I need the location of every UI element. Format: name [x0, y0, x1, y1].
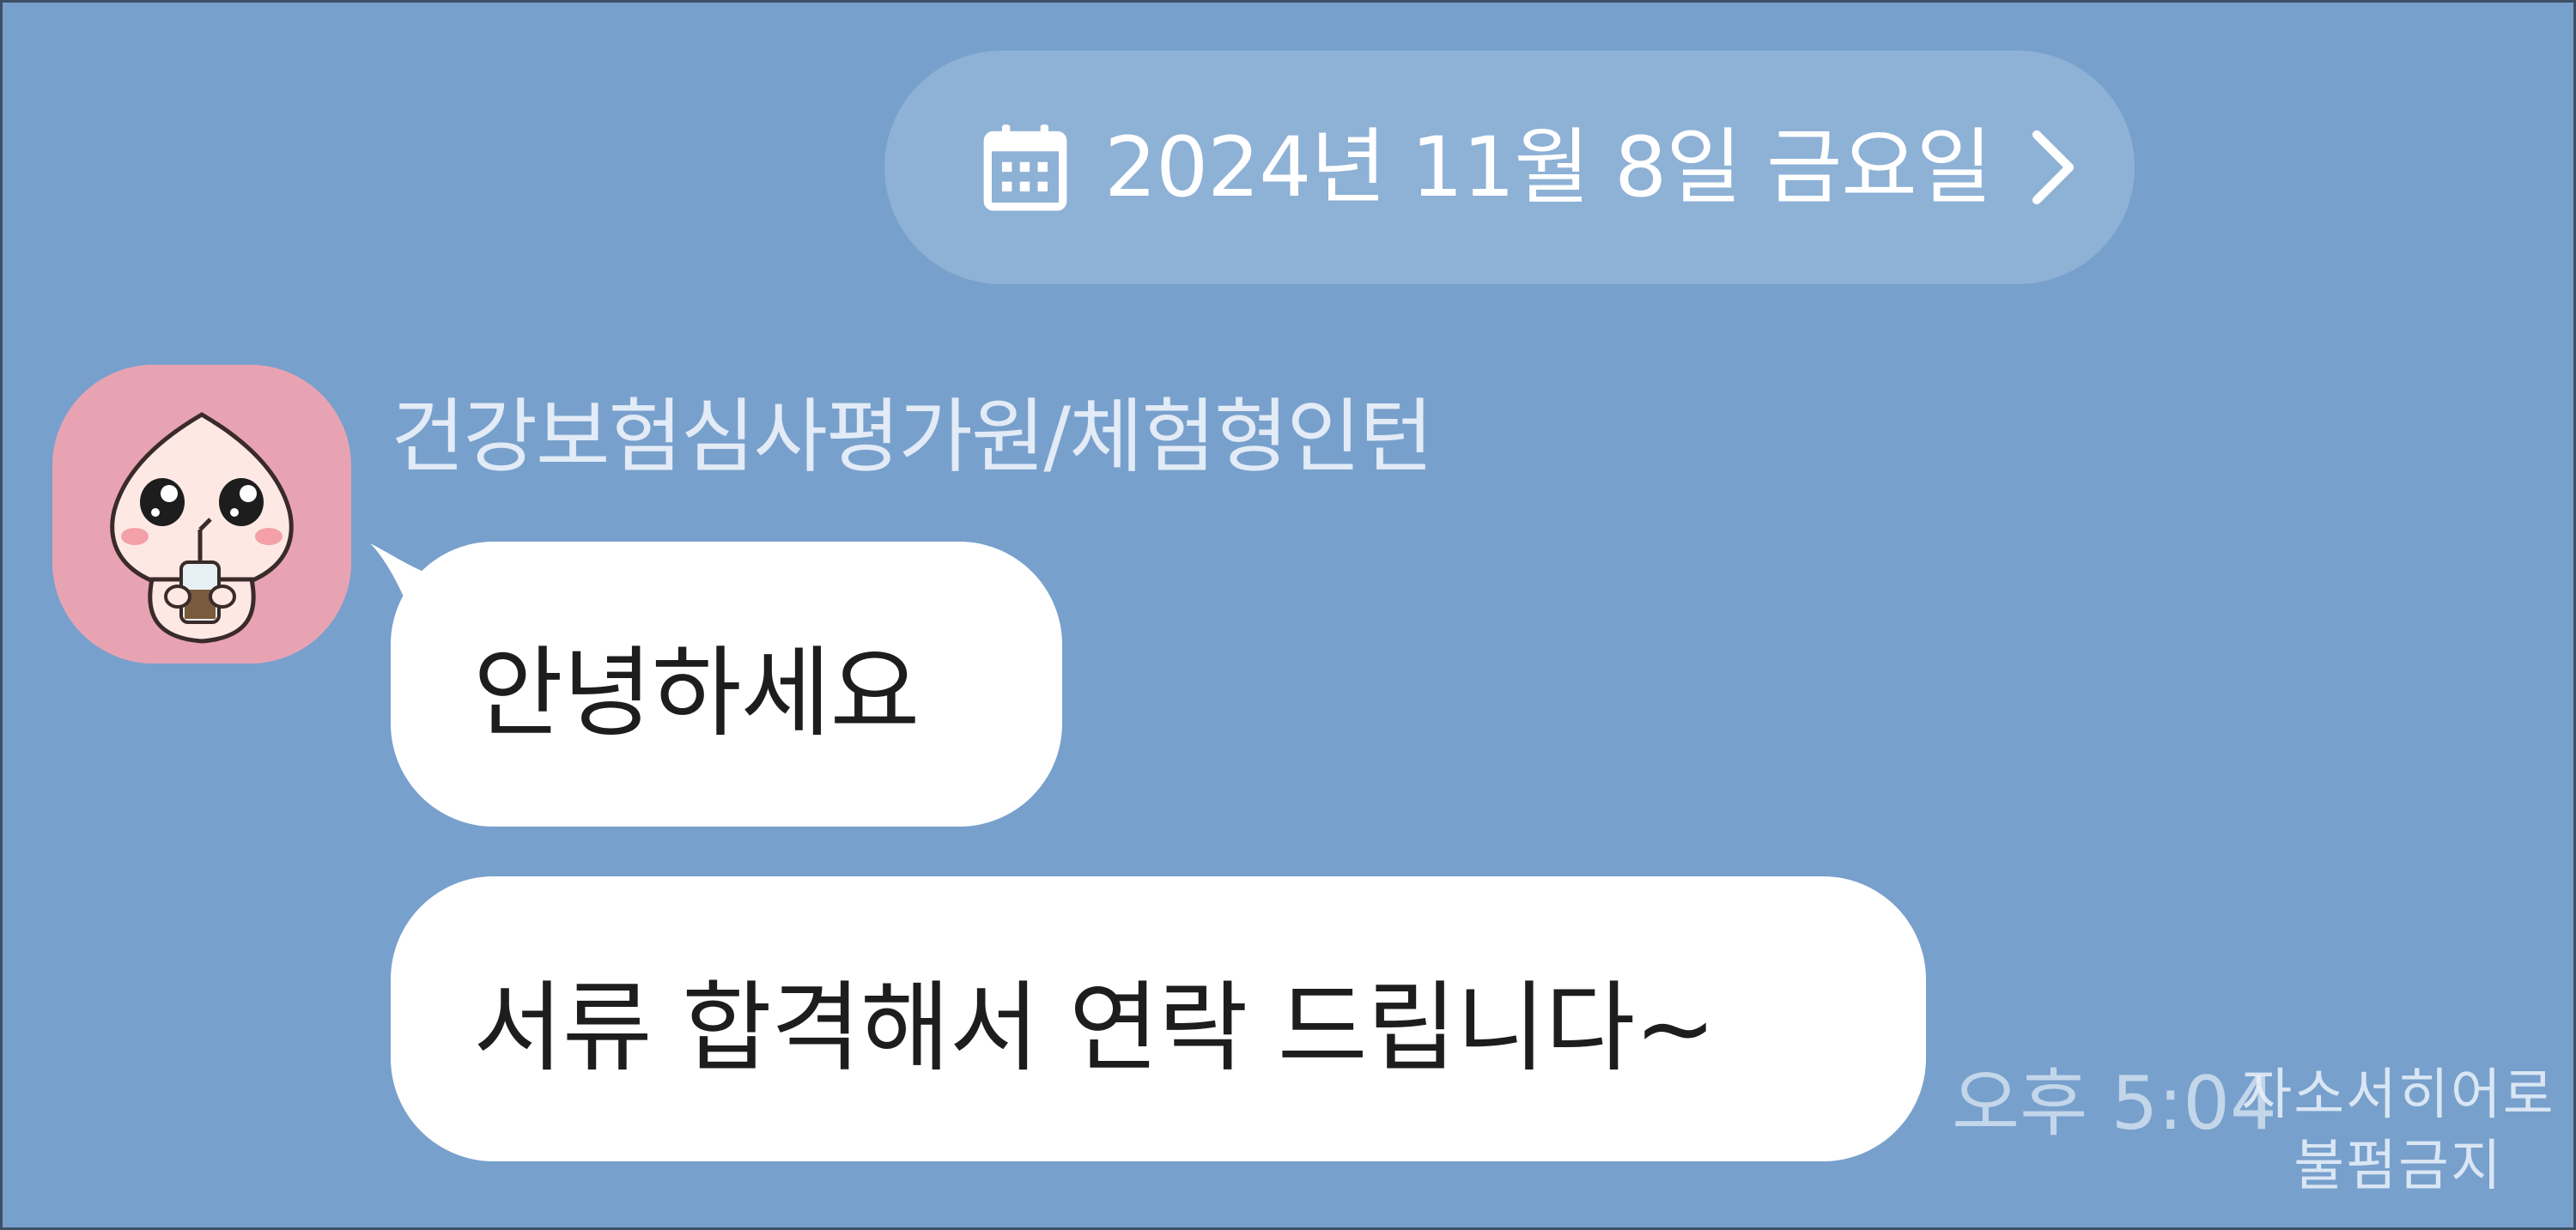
message-bubble[interactable]: 서류 합격해서 연락 드립니다~ — [391, 876, 1926, 1161]
sender-name: 건강보험심사평가원/체험형인턴 — [391, 391, 1433, 484]
chat-screen: 2024년 11월 8일 금요일 건강보험심사평가원/체험형인턴 안녕하세요 서… — [0, 0, 2576, 1230]
sender-avatar[interactable] — [52, 365, 351, 663]
peach-character-avatar-icon — [52, 365, 351, 663]
watermark-line-1: 자소서히어로 — [2241, 1063, 2555, 1127]
watermark: 자소서히어로 불펌금지 — [2227, 1060, 2570, 1203]
message-text: 안녕하세요 — [473, 635, 920, 750]
date-header-label: 2024년 11월 8일 금요일 — [1104, 119, 1992, 215]
calendar-icon — [983, 124, 1067, 211]
date-header-pill[interactable]: 2024년 11월 8일 금요일 — [884, 51, 2135, 284]
message-text: 서류 합격해서 연락 드립니다~ — [473, 970, 1716, 1085]
watermark-line-2: 불펌금지 — [2293, 1135, 2503, 1199]
message-bubble[interactable]: 안녕하세요 — [391, 542, 1062, 827]
chevron-right-icon — [2032, 130, 2075, 205]
